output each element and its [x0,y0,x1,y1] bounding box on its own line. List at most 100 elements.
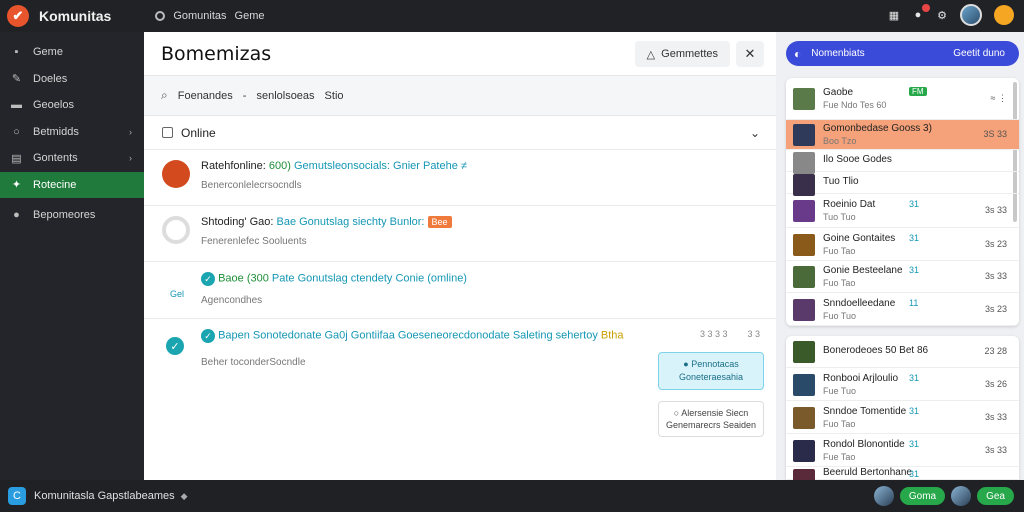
warning-icon: △ [646,48,656,61]
message-text: Gemutsleonsocials: Gnier Patehe ≠ [293,160,467,172]
speech-icon: ◐ [794,46,802,61]
member-meta: ≈ ⋮ [990,93,1007,103]
member-name: Gonie Besteelane [823,265,903,276]
member-count: 31 [909,438,920,449]
avatar [162,160,190,188]
sidebar-item-rotecine[interactable]: ✦ Rotecine [0,171,144,198]
header-action-button[interactable]: △ Gemmettes [634,41,730,67]
member-subtitle: Fue Ndo Tes 60 [823,100,887,110]
message-item[interactable]: ✓ Baoe (300 Pate Gonutslag ctendety Coni… [144,262,776,319]
info-card[interactable]: ○ Alersensie Siecn Genemarecrs Seaiden [658,401,764,437]
member-row[interactable]: Bonerodeoes 50 Bet 86 23 28 [786,336,1019,368]
member-count: 31 [909,265,920,275]
member-count: 11 [909,297,919,308]
sidebar: ▪ Geme ✎ Doeles ▬ Geoelos ○ Betmidds › ▤ Gonte… [0,32,144,480]
right-panel-title: Nomenbiats [811,48,865,59]
sidebar-item-geoelos[interactable]: ▬ Geoelos [0,92,144,119]
right-panel-action[interactable]: Geetit duno [953,48,1005,59]
grid-icon[interactable]: ▦ [888,9,900,22]
member-list-card: Gaobe FM Fue Ndo Tes 60 ≈ ⋮ Gomonbedase Goos… [786,78,1019,326]
right-panel-header[interactable]: ◐ Nomenbiats Geetit duno [786,41,1019,66]
tooltip-line2: Goneteraesahia [678,372,744,382]
list-icon: ▤ [11,152,22,165]
wrench-icon: ✦ [11,179,22,192]
message-subtitle: Fenerenlefec Sooluents [201,236,307,247]
sidebar-item-label: Bepomeores [33,209,96,222]
chevron-right-icon: › [129,126,132,137]
checkbox-icon[interactable] [162,127,173,138]
sidebar-item-geme[interactable]: ▪ Geme [0,39,144,66]
circle-icon: ○ [673,408,680,418]
member-meta: 23 28 [984,346,1007,356]
message-meta-2: 3 3 [747,329,760,339]
bottom-bar-right: Goma Gea [873,486,1014,506]
member-count: 31 [909,199,920,209]
search-bar[interactable]: ⌕ Foenandes - senlolsoeas Stio [144,76,776,116]
member-row[interactable]: Gomonbedase Gooss 3) Boo Tzo 3S 33 [786,120,1019,150]
sidebar-item-bepomeores[interactable]: ● Bepomeores [0,202,144,229]
member-row[interactable]: Goine Gontaites 31 Fuo Tao 3s 23 [786,228,1019,261]
member-row[interactable]: Tuo Tlio [786,172,1019,196]
member-name: Bonerodeoes 50 Bet 86 [823,345,929,356]
app-title: Komunitas [39,8,112,24]
chat-icon[interactable]: C [8,487,26,505]
pen-icon: ✎ [11,73,22,86]
message-item[interactable]: Ratehfonline: 600) Gemutsleonsocials: Gn… [144,150,776,206]
message-meta: 3 3 3 3 3 3 [700,329,760,339]
member-row[interactable]: Snndoelleedane 11 Fuo Tuo 3s 23 [786,293,1019,326]
search-term-b: senlolsoeas [256,89,315,102]
member-row[interactable]: Gonie Besteelane 31 Fuo Tao 3s 33 [786,261,1019,293]
info-line1-text: Alersensie Siecn [681,408,749,418]
message-title: Ratehfonline: 600) Gemutsleonsocials: Gn… [201,160,467,172]
avatar[interactable] [951,486,972,506]
member-thumbnail [793,200,815,222]
info-line2: Genemarecrs Seaiden [665,420,757,430]
bell-icon[interactable]: ● [912,4,930,21]
sidebar-item-label: Betmidds [33,125,79,138]
member-row[interactable]: Gaobe FM Fue Ndo Tes 60 ≈ ⋮ [786,78,1019,120]
online-section-header[interactable]: Online ⌄ [144,116,776,150]
member-row[interactable]: Snndoe Tomentide 31 Fuo Tao 3s 33 [786,401,1019,434]
member-name: Snndoelleedane [823,297,896,309]
diamond-icon: ◆ [180,490,188,501]
close-button[interactable]: ✕ [736,41,764,67]
member-meta: 3s 33 [984,444,1007,455]
member-row[interactable]: Beeruld Bertonhane 31 [786,467,1019,480]
message-item[interactable]: ✓ ✓ Bapen Sonotedonate Ga0j Gontiifaa Go… [144,319,776,479]
member-row[interactable]: Roeinio Dat 31 Tuo Tuo 3s 33 [786,194,1019,228]
message-item[interactable]: Shtoding' Gao: Bae Gonutslag siechty Bun… [144,206,776,262]
top-nav: Gomunitas Geme [155,10,265,22]
user-avatar[interactable] [960,4,982,26]
member-subtitle: Fuo Tuo [823,310,857,321]
member-row[interactable]: Rondol Blonontide 31 Fue Tao 3s 33 [786,434,1019,467]
sidebar-item-label: Geoelos [33,99,74,112]
member-thumbnail [793,88,815,110]
member-name: Gaobe [823,87,854,98]
app-logo-icon[interactable]: ✔ [7,5,29,27]
message-author: Shtoding' Gao: [201,216,274,228]
message-subtitle: Beher toconderSocndle [201,357,306,368]
member-row[interactable]: Ronbooi Arjloulio 31 Fue Tuo 3s 26 [786,368,1019,401]
circle-icon: ○ [13,125,20,138]
member-subtitle: Fuo Tao [823,278,856,288]
member-meta: 3s 33 [984,271,1007,281]
gear-icon[interactable]: ⚙ [936,9,948,22]
member-subtitle: Boo Tzo [823,136,857,146]
member-row[interactable]: Ilo Sooe Godes [786,150,1019,174]
chevron-down-icon[interactable]: ⌄ [750,126,760,140]
status-pill-2[interactable]: Gea [977,487,1014,505]
chevron-right-icon: › [129,153,132,164]
check-icon: ✓ [201,272,215,286]
close-icon: ✕ [744,46,756,61]
status-pill-1[interactable]: Goma [899,487,946,505]
sidebar-item-doeles[interactable]: ✎ Doeles [0,66,144,93]
avatar[interactable] [873,486,894,506]
top-nav-item-2[interactable]: Geme [235,10,265,22]
sidebar-item-gontents[interactable]: ▤ Gontents › [0,145,144,172]
member-subtitle: Fue Tuo [823,385,857,396]
status-avatar[interactable] [994,5,1014,25]
tooltip-card[interactable]: ● Pennotacas Goneteraesahia [658,352,764,390]
sidebar-item-betmidds[interactable]: ○ Betmidds › [0,119,144,146]
top-nav-item-1[interactable]: Gomunitas [173,10,226,22]
message-badge: Bee [427,216,452,228]
